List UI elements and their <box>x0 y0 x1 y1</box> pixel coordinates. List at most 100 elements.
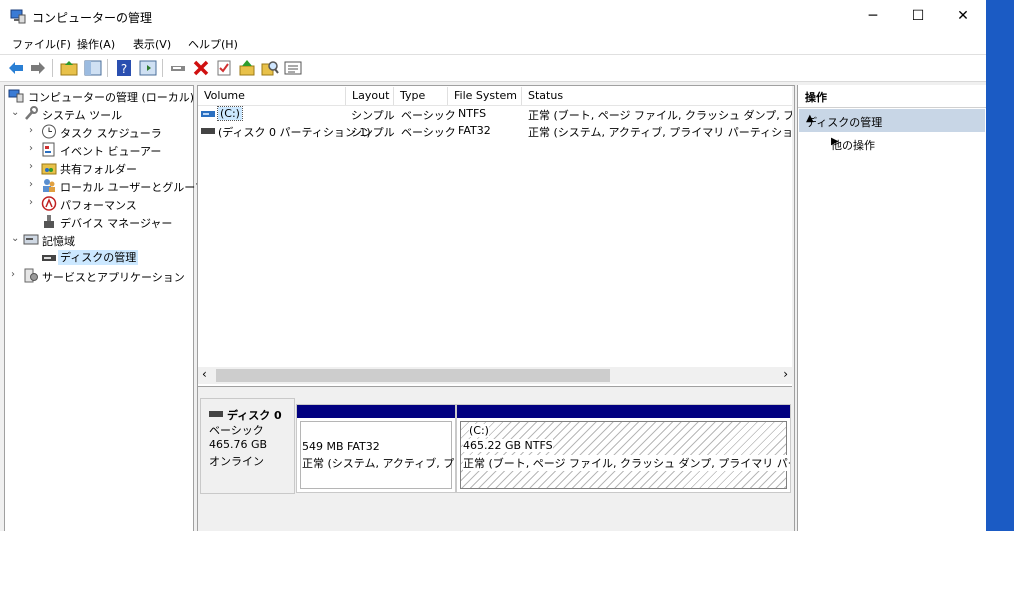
navigation-tree[interactable]: コンピューターの管理 (ローカル) ⌄ システム ツール › タスク スケジュー… <box>4 85 206 531</box>
column-status[interactable]: Status <box>522 87 792 105</box>
volume-icon <box>201 111 215 117</box>
tree-root[interactable]: コンピューターの管理 (ローカル) <box>7 87 194 105</box>
actions-section-disk-management[interactable]: ディスクの管理 ▲ <box>799 109 985 132</box>
properties-icon[interactable] <box>138 58 158 78</box>
chevron-right-icon[interactable]: › <box>29 143 39 154</box>
computer-management-window: コンピューターの管理 ─ ☐ ✕ ファイル(F) 操作(A) 表示(V) ヘルプ… <box>0 0 986 531</box>
volume-icon <box>201 128 215 134</box>
menu-view[interactable]: 表示(V) <box>133 36 171 52</box>
tree-system-tools[interactable]: ⌄ システム ツール <box>11 105 191 123</box>
chevron-down-icon[interactable]: ⌄ <box>11 233 21 244</box>
disk-name: ディスク 0 <box>227 409 282 422</box>
tree-device-manager[interactable]: デバイス マネージャー <box>29 213 189 231</box>
toolbar: ? <box>0 55 986 82</box>
partition-status: 正常 (システム, アクティブ, プライマリ パーティション) <box>302 457 455 470</box>
chevron-right-icon[interactable]: › <box>11 269 21 280</box>
close-button[interactable]: ✕ <box>940 0 986 32</box>
menu-action[interactable]: 操作(A) <box>77 36 115 52</box>
menu-help[interactable]: ヘルプ(H) <box>188 36 238 52</box>
tree-label: 記憶域 <box>42 235 75 248</box>
volume-type: ベーシック <box>401 126 456 139</box>
device-manager-icon <box>44 215 54 228</box>
partition-header-bar <box>297 405 455 418</box>
collapse-up-icon[interactable]: ▲ <box>806 113 977 124</box>
menu-bar: ファイル(F) 操作(A) 表示(V) ヘルプ(H) <box>0 32 986 55</box>
partition-status: 正常 (ブート, ページ ファイル, クラッシュ ダンプ, プライマリ パーティ… <box>463 455 790 471</box>
search-icon[interactable] <box>260 58 280 78</box>
help-icon[interactable]: ? <box>114 58 134 78</box>
column-layout[interactable]: Layout <box>346 87 394 105</box>
performance-icon <box>41 196 57 211</box>
volume-list-header: Volume Layout Type File System Status <box>198 87 792 106</box>
tree-shared-folders[interactable]: › 共有フォルダー <box>29 159 189 177</box>
toolbar-separator <box>52 59 53 77</box>
show-tree-icon[interactable] <box>83 58 103 78</box>
check-icon[interactable] <box>214 58 234 78</box>
computer-management-icon <box>10 9 26 24</box>
tree-local-users[interactable]: › ローカル ユーザーとグループ <box>29 177 206 195</box>
tree-task-scheduler[interactable]: › タスク スケジューラ <box>29 123 189 141</box>
chevron-right-icon[interactable]: › <box>29 161 39 172</box>
partition-system[interactable]: 549 MB FAT32 正常 (システム, アクティブ, プライマリ パーティ… <box>296 404 456 493</box>
svg-text:?: ? <box>121 62 127 76</box>
actions-pane: 操作 ディスクの管理 ▲ 他の操作 ▶ <box>797 85 986 531</box>
chevron-right-icon[interactable]: › <box>29 197 39 208</box>
shared-folder-icon <box>41 163 57 175</box>
toolbar-separator <box>162 59 163 77</box>
partition-size: 549 MB FAT32 <box>302 440 380 453</box>
column-file-system[interactable]: File System <box>448 87 522 105</box>
more-actions-item[interactable]: 他の操作 ▶ <box>798 133 986 153</box>
volume-name: (ディスク 0 パーティション 1) <box>218 126 371 139</box>
chevron-right-icon[interactable]: › <box>29 125 39 136</box>
connect-icon[interactable] <box>168 58 188 78</box>
table-row[interactable]: (ディスク 0 パーティション 1) シンプル ベーシック FAT32 正常 (… <box>198 123 792 140</box>
chevron-right-icon[interactable]: › <box>29 179 39 190</box>
scrollbar-thumb[interactable] <box>216 369 610 382</box>
forward-icon[interactable] <box>28 58 48 78</box>
system-tools-icon <box>25 106 38 120</box>
volume-list: Volume Layout Type File System Status (C… <box>198 86 792 387</box>
volume-type: ベーシック <box>401 109 456 122</box>
volume-name: (C:) <box>217 106 243 121</box>
toolbar-separator <box>107 59 108 77</box>
tree-services-apps[interactable]: › サービスとアプリケーション <box>11 267 191 285</box>
column-type[interactable]: Type <box>394 87 448 105</box>
back-icon[interactable] <box>6 58 26 78</box>
disk-icon <box>209 411 223 417</box>
list-icon[interactable] <box>283 58 303 78</box>
partition-header-bar <box>457 405 790 418</box>
delete-icon[interactable] <box>191 58 211 78</box>
disk-0-label[interactable]: ディスク 0 ベーシック 465.76 GB オンライン <box>200 398 295 494</box>
volume-status: 正常 (システム, アクティブ, プライマリ パーティション) <box>528 126 792 139</box>
table-row[interactable]: (C:) シンプル ベーシック NTFS 正常 (ブート, ページ ファイル, … <box>198 106 792 123</box>
tree-event-viewer[interactable]: › イベント ビューアー <box>29 141 189 159</box>
chevron-down-icon[interactable]: ⌄ <box>11 107 21 118</box>
scroll-right-icon[interactable]: › <box>783 367 788 381</box>
up-folder-icon[interactable] <box>59 58 79 78</box>
import-icon[interactable] <box>237 58 257 78</box>
title-bar: コンピューターの管理 ─ ☐ ✕ <box>0 0 986 32</box>
tree-label: タスク スケジューラ <box>60 127 162 140</box>
tree-label: パフォーマンス <box>60 199 137 212</box>
storage-icon <box>23 234 39 245</box>
computer-management-icon <box>8 89 24 103</box>
volume-status: 正常 (ブート, ページ ファイル, クラッシュ ダンプ, プライマリ / <box>528 109 792 122</box>
maximize-button[interactable]: ☐ <box>895 0 941 32</box>
tree-label: システム ツール <box>42 109 123 122</box>
tree-disk-management[interactable]: ディスクの管理 <box>29 249 189 267</box>
scroll-left-icon[interactable]: ‹ <box>202 367 207 381</box>
disk-status: オンライン <box>209 455 264 468</box>
partition-c[interactable]: (C:) 465.22 GB NTFS 正常 (ブート, ページ ファイル, ク… <box>456 404 791 493</box>
horizontal-scrollbar[interactable]: ‹ › <box>198 367 792 384</box>
partition-title: (C:) <box>469 424 489 437</box>
menu-file[interactable]: ファイル(F) <box>12 36 71 52</box>
disk-graphical-view: ディスク 0 ベーシック 465.76 GB オンライン 549 MB FAT3… <box>198 390 792 531</box>
partition-size: 465.22 GB NTFS <box>463 439 553 452</box>
column-volume[interactable]: Volume <box>198 87 346 105</box>
volume-fs: FAT32 <box>458 124 491 137</box>
tree-performance[interactable]: › パフォーマンス <box>29 195 189 213</box>
tree-storage[interactable]: ⌄ 記憶域 <box>11 231 191 249</box>
volume-fs: NTFS <box>458 107 487 120</box>
disk-size: 465.76 GB <box>209 438 268 451</box>
minimize-button[interactable]: ─ <box>850 0 896 32</box>
